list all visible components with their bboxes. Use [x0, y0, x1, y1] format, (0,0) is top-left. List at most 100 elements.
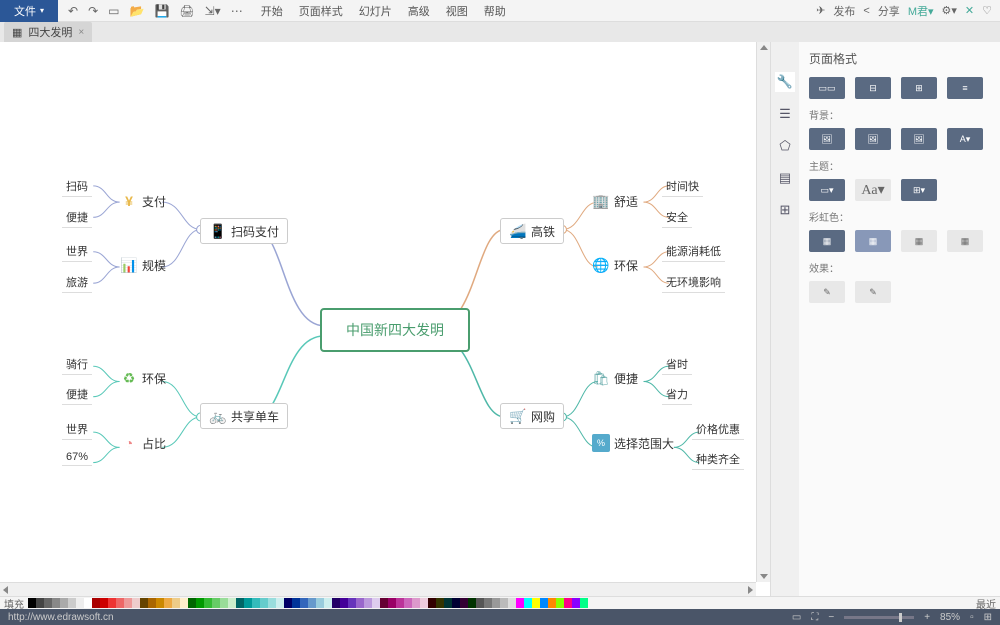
- sub-eco[interactable]: ♻ 环保: [120, 369, 166, 387]
- color-swatch[interactable]: [500, 598, 508, 608]
- print-icon[interactable]: 🖨: [179, 4, 194, 18]
- color-swatch[interactable]: [332, 598, 340, 608]
- color-swatch[interactable]: [84, 598, 92, 608]
- color-swatch[interactable]: [452, 598, 460, 608]
- color-swatch[interactable]: [76, 598, 84, 608]
- effect-thumb[interactable]: ✎: [809, 281, 845, 303]
- color-swatch[interactable]: [92, 598, 100, 608]
- export-icon[interactable]: ⇲▾: [205, 4, 221, 18]
- new-icon[interactable]: ▭: [108, 4, 119, 18]
- panel-tab-text[interactable]: ▤: [775, 168, 795, 188]
- fullscreen-icon[interactable]: ⛶: [811, 612, 818, 623]
- sub-choice[interactable]: % 选择范围大: [592, 434, 674, 452]
- color-swatch[interactable]: [172, 598, 180, 608]
- save-icon[interactable]: 💾: [154, 4, 169, 18]
- more-icon[interactable]: ⋯: [231, 4, 243, 18]
- color-swatch[interactable]: [52, 598, 60, 608]
- menu-help[interactable]: 帮助: [484, 3, 506, 19]
- layout-thumb[interactable]: ▭▭: [809, 77, 845, 99]
- color-swatches[interactable]: [28, 598, 588, 608]
- color-swatch[interactable]: [444, 598, 452, 608]
- color-swatch[interactable]: [220, 598, 228, 608]
- leaf-67pct[interactable]: 67%: [62, 449, 92, 466]
- undo-icon[interactable]: ↶: [68, 4, 78, 18]
- leaf-world[interactable]: 世界: [62, 241, 92, 262]
- branch-bike-share[interactable]: 🚲 共享单车: [200, 403, 288, 429]
- leaf-env[interactable]: 无环境影响: [662, 272, 725, 293]
- leaf-savetime[interactable]: 省时: [662, 354, 692, 375]
- file-menu[interactable]: 文件: [0, 0, 58, 22]
- leaf-convenient[interactable]: 便捷: [62, 207, 92, 228]
- color-swatch[interactable]: [284, 598, 292, 608]
- color-swatch[interactable]: [388, 598, 396, 608]
- color-swatch[interactable]: [412, 598, 420, 608]
- grid-icon[interactable]: ⊞: [984, 612, 992, 623]
- zoom-in-icon[interactable]: +: [924, 612, 930, 623]
- publish-icon[interactable]: ✈: [816, 4, 825, 17]
- color-swatch[interactable]: [436, 598, 444, 608]
- color-swatch[interactable]: [276, 598, 284, 608]
- color-swatch[interactable]: [60, 598, 68, 608]
- color-swatch[interactable]: [28, 598, 36, 608]
- theme-thumb[interactable]: ⊞▾: [901, 179, 937, 201]
- canvas[interactable]: 中国新四大发明 📱 扫码支付 ¥ 支付 扫码 便捷 📊 规模 世界 旅游 🚲 共…: [0, 42, 756, 582]
- sub-convenient[interactable]: 🛍 便捷: [592, 369, 638, 387]
- document-tab[interactable]: ▦ 四大发明 ×: [4, 22, 92, 42]
- color-swatch[interactable]: [44, 598, 52, 608]
- sub-scale[interactable]: 📊 规模: [120, 256, 166, 274]
- color-swatch[interactable]: [260, 598, 268, 608]
- color-swatch[interactable]: [316, 598, 324, 608]
- leaf-convenient2[interactable]: 便捷: [62, 384, 92, 405]
- color-swatch[interactable]: [420, 598, 428, 608]
- color-swatch[interactable]: [100, 598, 108, 608]
- rainbow-thumb[interactable]: ▦: [901, 230, 937, 252]
- color-swatch[interactable]: [292, 598, 300, 608]
- color-swatch[interactable]: [428, 598, 436, 608]
- center-node[interactable]: 中国新四大发明: [320, 308, 470, 352]
- color-swatch[interactable]: [484, 598, 492, 608]
- rainbow-thumb[interactable]: ▦: [855, 230, 891, 252]
- publish-label[interactable]: 发布: [833, 3, 855, 19]
- color-swatch[interactable]: [476, 598, 484, 608]
- leaf-scan[interactable]: 扫码: [62, 176, 92, 197]
- menu-slides[interactable]: 幻灯片: [359, 3, 392, 19]
- color-swatch[interactable]: [468, 598, 476, 608]
- branch-rail[interactable]: 🚄 高铁: [500, 218, 564, 244]
- settings-icon[interactable]: ⚙▾: [942, 4, 957, 17]
- color-swatch[interactable]: [228, 598, 236, 608]
- color-swatch[interactable]: [164, 598, 172, 608]
- open-icon[interactable]: 📂: [129, 4, 144, 18]
- leaf-travel[interactable]: 旅游: [62, 272, 92, 293]
- panel-tab-more[interactable]: ⊞: [775, 200, 795, 220]
- color-swatch[interactable]: [356, 598, 364, 608]
- user-menu[interactable]: M君▾: [908, 3, 934, 19]
- leaf-safe[interactable]: 安全: [662, 207, 692, 228]
- color-swatch[interactable]: [324, 598, 332, 608]
- theme-thumb[interactable]: ▭▾: [809, 179, 845, 201]
- layout-thumb[interactable]: ≡: [947, 77, 983, 99]
- leaf-energy[interactable]: 能源消耗低: [662, 241, 725, 262]
- vertical-scrollbar[interactable]: [756, 42, 770, 582]
- color-swatch[interactable]: [540, 598, 548, 608]
- branch-shopping[interactable]: 🛒 网购: [500, 403, 564, 429]
- color-swatch[interactable]: [524, 598, 532, 608]
- redo-icon[interactable]: ↷: [88, 4, 98, 18]
- color-swatch[interactable]: [396, 598, 404, 608]
- share-icon[interactable]: <: [863, 5, 869, 17]
- rainbow-thumb[interactable]: ▦: [947, 230, 983, 252]
- color-swatch[interactable]: [572, 598, 580, 608]
- color-swatch[interactable]: [548, 598, 556, 608]
- color-swatch[interactable]: [204, 598, 212, 608]
- menu-page-style[interactable]: 页面样式: [299, 3, 343, 19]
- color-swatch[interactable]: [180, 598, 188, 608]
- close-icon[interactable]: ×: [78, 27, 84, 38]
- sub-share[interactable]: ◔ 占比: [120, 434, 166, 452]
- heart-icon[interactable]: ♡: [982, 4, 992, 17]
- horizontal-scrollbar[interactable]: [0, 582, 756, 596]
- color-swatch[interactable]: [532, 598, 540, 608]
- status-url[interactable]: http://www.edrawsoft.cn: [8, 612, 114, 623]
- color-swatch[interactable]: [508, 598, 516, 608]
- color-swatch[interactable]: [340, 598, 348, 608]
- leaf-saveeffort[interactable]: 省力: [662, 384, 692, 405]
- theme-font[interactable]: Aa▾: [855, 179, 891, 201]
